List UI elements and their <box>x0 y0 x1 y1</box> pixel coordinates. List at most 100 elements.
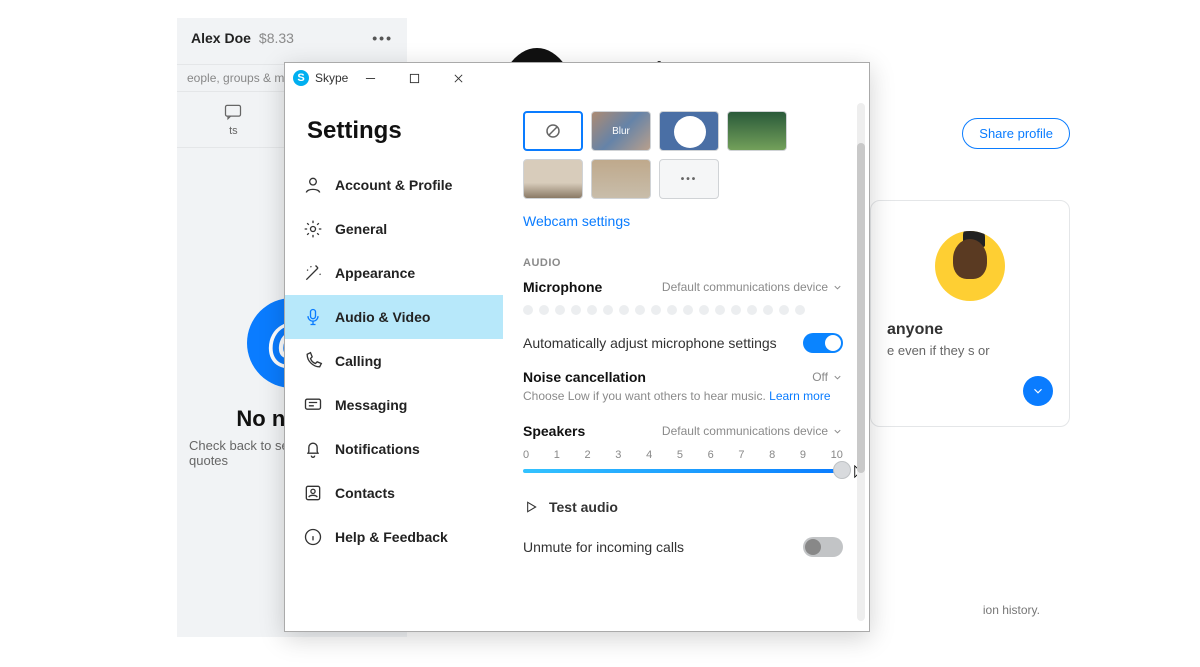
auto-adjust-label: Automatically adjust microphone settings <box>523 335 777 351</box>
settings-heading: Settings <box>307 117 503 145</box>
noise-cancel-hint: Choose Low if you want others to hear mu… <box>523 389 843 403</box>
noise-cancel-row: Noise cancellation Off <box>523 369 843 385</box>
nav-contacts-label: Contacts <box>335 485 395 501</box>
speaker-volume-slider[interactable] <box>523 463 843 479</box>
chevron-down-icon <box>832 426 843 437</box>
chevron-down-icon <box>1031 384 1045 398</box>
test-audio-button[interactable]: Test audio <box>523 499 843 515</box>
bg-tile-none[interactable] <box>523 111 583 151</box>
phone-icon <box>303 351 323 371</box>
maximize-button[interactable] <box>392 63 436 93</box>
bg-tile-office-3[interactable] <box>591 159 651 199</box>
unmute-toggle[interactable] <box>803 537 843 557</box>
noise-cancel-select[interactable]: Off <box>812 370 843 384</box>
bg-more-button[interactable]: ••• <box>372 30 393 46</box>
auto-adjust-row: Automatically adjust microphone settings <box>523 333 843 353</box>
settings-nav: Settings Account & Profile General Appea… <box>285 93 503 631</box>
play-icon <box>523 499 539 515</box>
window-title: Skype <box>315 71 348 85</box>
microphone-icon <box>303 307 323 327</box>
profile-card: anyone e even if they s or <box>870 200 1070 427</box>
scale-4: 4 <box>646 449 652 461</box>
scale-2: 2 <box>585 449 591 461</box>
close-icon <box>453 73 464 84</box>
card-title: anyone <box>887 321 1053 339</box>
bg-tile-office-1[interactable] <box>727 111 787 151</box>
nav-notifications-label: Notifications <box>335 441 420 457</box>
bg-tile-pattern[interactable] <box>659 111 719 151</box>
minimize-icon <box>365 73 376 84</box>
noise-cancel-label: Noise cancellation <box>523 369 646 385</box>
bg-tile-blur-label: Blur <box>612 126 630 137</box>
profile-footer-text: ion history. <box>983 603 1040 617</box>
settings-body: Settings Account & Profile General Appea… <box>285 93 869 631</box>
webcam-settings-link[interactable]: Webcam settings <box>523 213 630 229</box>
bg-tile-blur[interactable]: Blur <box>591 111 651 151</box>
none-icon <box>544 122 562 140</box>
card-line: e even if they s or <box>887 343 1053 358</box>
message-icon <box>303 395 323 415</box>
scale-8: 8 <box>769 449 775 461</box>
minimize-button[interactable] <box>348 63 392 93</box>
chevron-down-icon <box>832 282 843 293</box>
speakers-device-select[interactable]: Default communications device <box>662 424 843 438</box>
nav-audio-video-label: Audio & Video <box>335 309 430 325</box>
skype-logo-icon: S <box>293 70 309 86</box>
scale-9: 9 <box>800 449 806 461</box>
speaker-scale: 0 1 2 3 4 5 6 7 8 9 10 <box>523 449 843 461</box>
settings-content: Blur ••• Webcam settings AUDIO Microphon… <box>503 93 869 631</box>
nav-help-label: Help & Feedback <box>335 529 448 545</box>
auto-adjust-toggle[interactable] <box>803 333 843 353</box>
noise-cancel-hint-text: Choose Low if you want others to hear mu… <box>523 389 766 403</box>
nav-messaging-label: Messaging <box>335 397 407 413</box>
share-profile-button[interactable]: Share profile <box>962 118 1070 149</box>
slider-thumb[interactable] <box>833 461 851 479</box>
microphone-label: Microphone <box>523 279 602 295</box>
close-button[interactable] <box>436 63 480 93</box>
nav-calling[interactable]: Calling <box>285 339 503 383</box>
unmute-row: Unmute for incoming calls <box>523 537 843 557</box>
bg-credit: $8.33 <box>259 30 294 46</box>
nav-account-label: Account & Profile <box>335 177 452 193</box>
speakers-label: Speakers <box>523 423 585 439</box>
nav-audio-video[interactable]: Audio & Video <box>285 295 503 339</box>
profile-avatar <box>935 231 1005 301</box>
bg-tab-chats[interactable]: ts <box>223 92 243 147</box>
card-cta-button[interactable] <box>1023 376 1053 406</box>
noise-cancel-learn-more-link[interactable]: Learn more <box>769 389 830 403</box>
microphone-device-select[interactable]: Default communications device <box>662 280 843 294</box>
nav-appearance[interactable]: Appearance <box>285 251 503 295</box>
scrollbar-thumb[interactable] <box>857 143 865 473</box>
slider-track <box>523 469 843 473</box>
content-scrollbar[interactable] <box>857 103 865 621</box>
speakers-row: Speakers Default communications device <box>523 423 843 439</box>
gear-icon <box>303 219 323 239</box>
titlebar: S Skype <box>285 63 869 93</box>
info-icon <box>303 527 323 547</box>
contacts-icon <box>303 483 323 503</box>
nav-notifications[interactable]: Notifications <box>285 427 503 471</box>
background-grid: Blur ••• <box>523 111 843 199</box>
nav-general-label: General <box>335 221 387 237</box>
nav-calling-label: Calling <box>335 353 382 369</box>
scale-7: 7 <box>738 449 744 461</box>
chat-icon <box>223 102 243 122</box>
nav-contacts[interactable]: Contacts <box>285 471 503 515</box>
noise-cancel-value: Off <box>812 370 828 384</box>
unmute-label: Unmute for incoming calls <box>523 539 684 555</box>
nav-messaging[interactable]: Messaging <box>285 383 503 427</box>
scale-0: 0 <box>523 449 529 461</box>
bg-header: Alex Doe $8.33 ••• <box>177 18 407 58</box>
bg-tab-chats-label: ts <box>229 125 238 137</box>
bg-tile-office-2[interactable] <box>523 159 583 199</box>
settings-window: S Skype Settings Account & Profile Gener… <box>284 62 870 632</box>
nav-general[interactable]: General <box>285 207 503 251</box>
nav-account-profile[interactable]: Account & Profile <box>285 163 503 207</box>
bg-tile-more[interactable]: ••• <box>659 159 719 199</box>
nav-help-feedback[interactable]: Help & Feedback <box>285 515 503 559</box>
audio-section-head: AUDIO <box>523 257 843 269</box>
microphone-row: Microphone Default communications device <box>523 279 843 295</box>
scale-3: 3 <box>615 449 621 461</box>
scale-10: 10 <box>831 449 843 461</box>
scale-6: 6 <box>708 449 714 461</box>
